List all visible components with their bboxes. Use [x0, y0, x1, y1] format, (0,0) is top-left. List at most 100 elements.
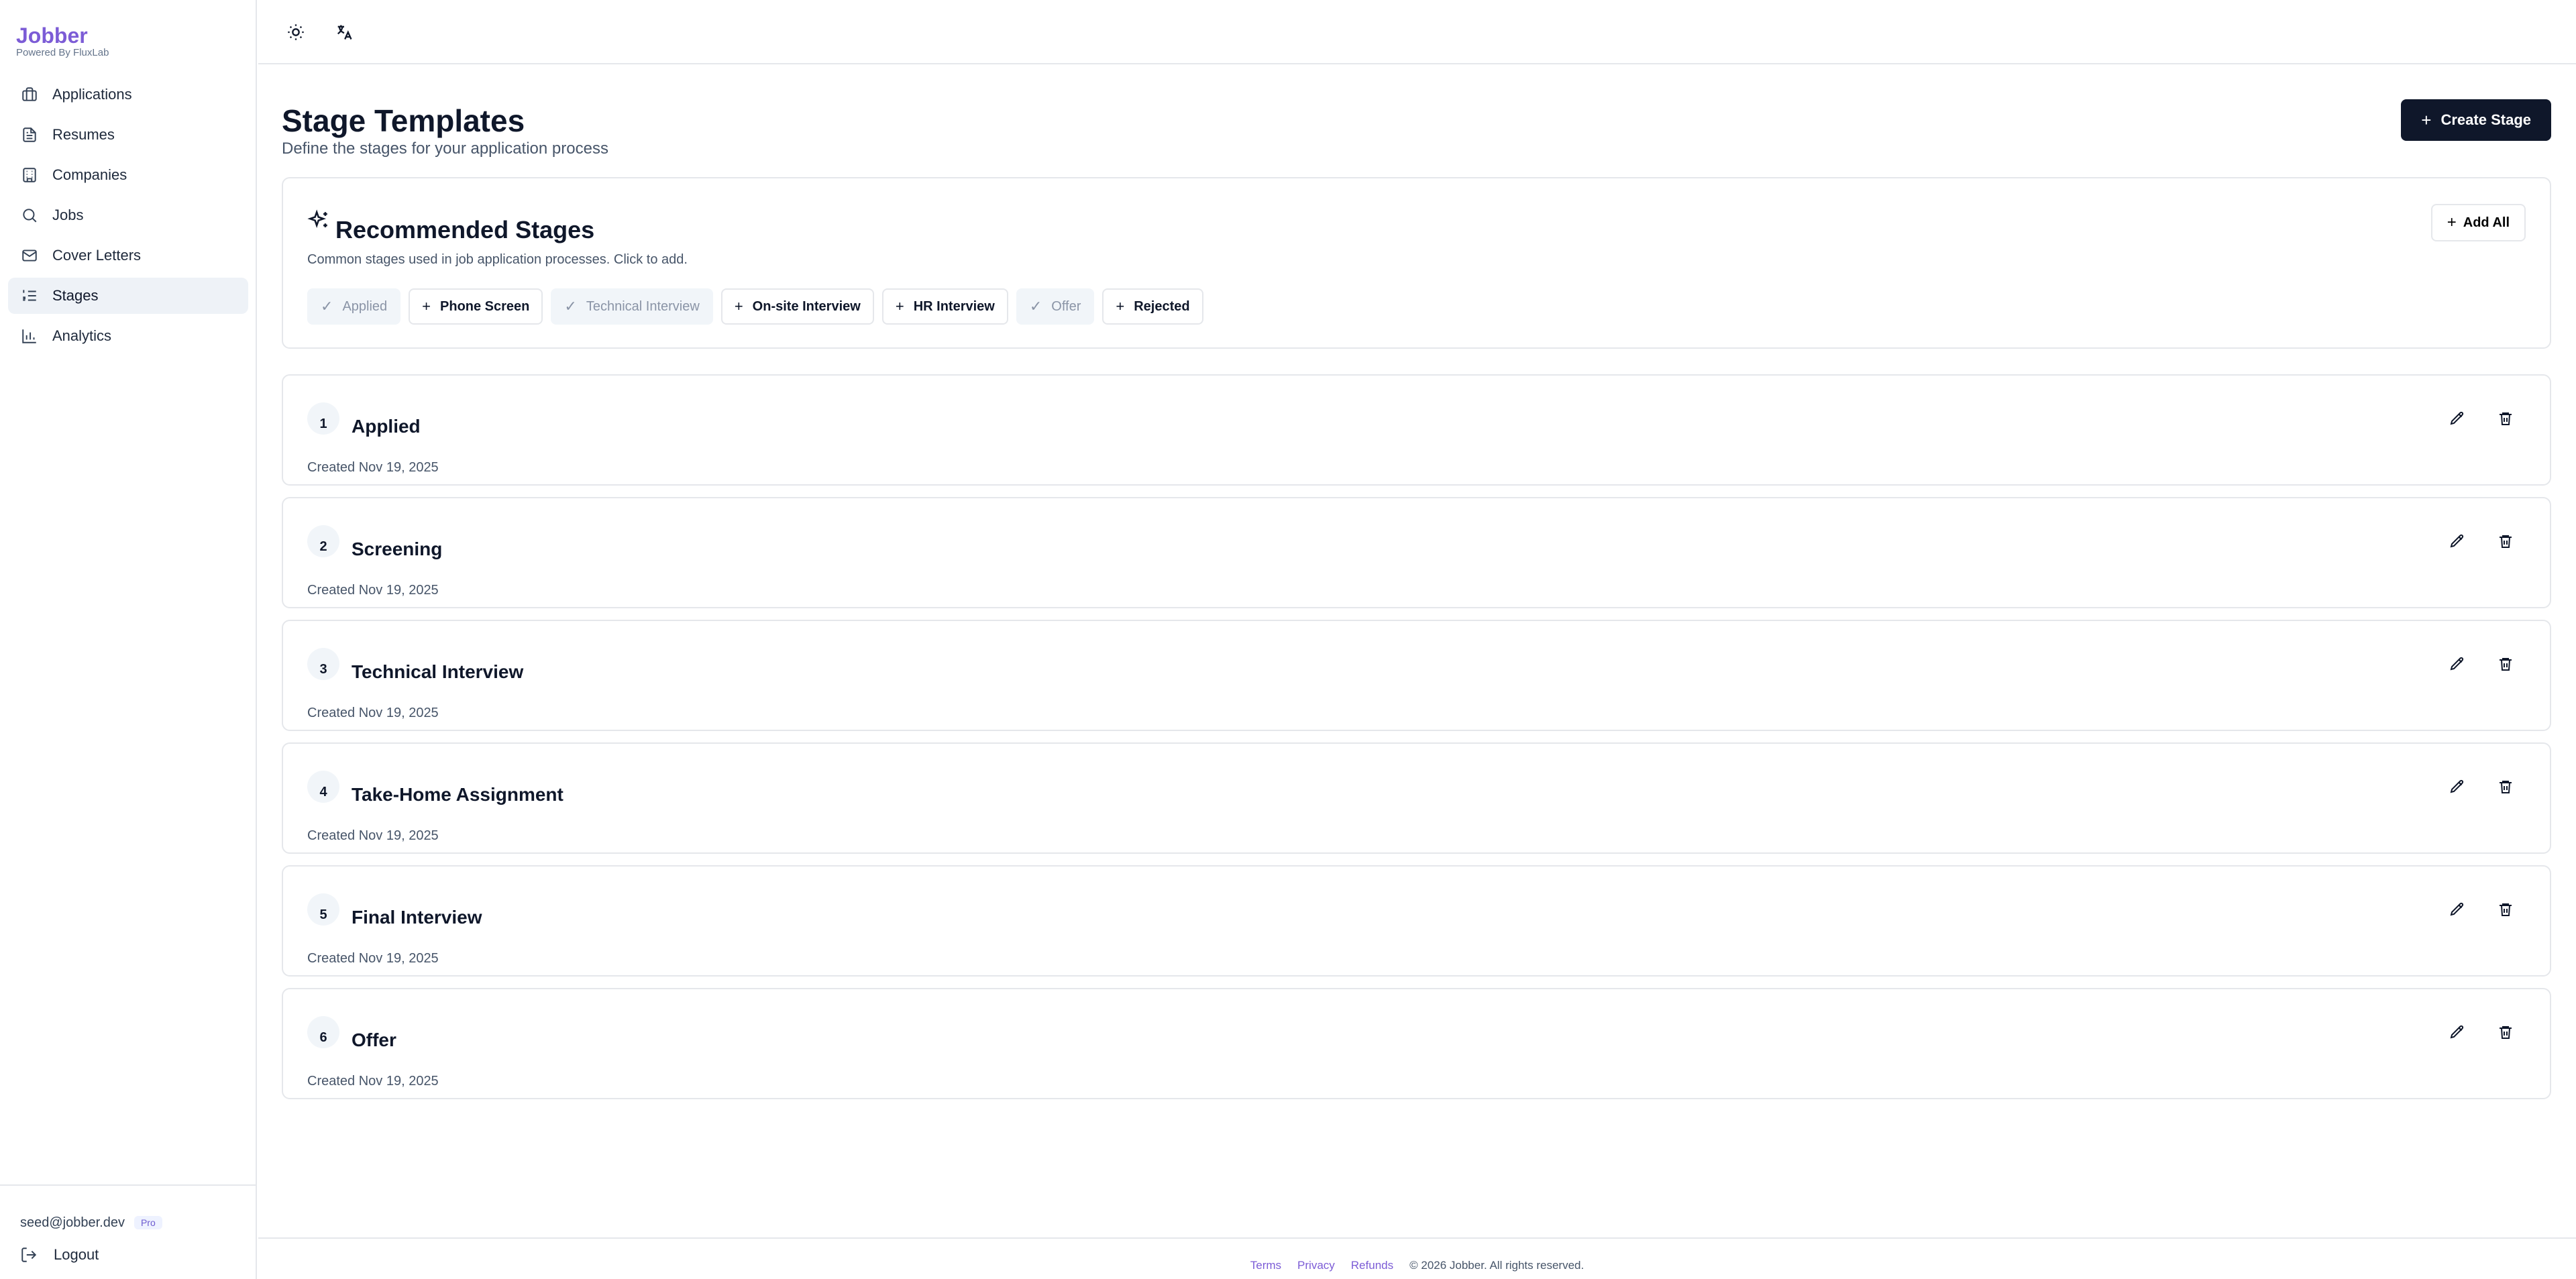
edit-stage-button[interactable] — [2445, 1020, 2469, 1044]
sidebar-item-label: Applications — [52, 86, 132, 103]
sidebar-item-label: Jobs — [52, 207, 84, 223]
language-button[interactable] — [331, 19, 358, 46]
logout-label: Logout — [54, 1246, 99, 1263]
chip-rejected[interactable]: + Rejected — [1102, 288, 1203, 325]
sidebar-item-jobs[interactable]: Jobs — [8, 197, 248, 233]
chip-label: Technical Interview — [586, 298, 700, 314]
stage-actions — [2445, 406, 2518, 431]
plus-icon: + — [422, 298, 431, 315]
delete-stage-button[interactable] — [2493, 529, 2518, 553]
delete-stage-button[interactable] — [2493, 406, 2518, 431]
stage-card: 4 Take-Home Assignment Created Nov 19, 2… — [282, 742, 2551, 854]
stage-name: Applied — [352, 416, 421, 437]
pencil-icon — [2450, 411, 2464, 425]
pencil-icon — [2450, 779, 2464, 793]
edit-stage-button[interactable] — [2445, 775, 2469, 799]
chip-hr-interview[interactable]: + HR Interview — [881, 288, 1008, 325]
check-icon: ✓ — [321, 298, 333, 315]
trash-icon — [2500, 903, 2512, 916]
trash-icon — [2500, 535, 2512, 548]
footer-links: Terms Privacy Refunds © 2026 Jobber. All… — [258, 1259, 2576, 1272]
chip-label: HR Interview — [913, 298, 995, 314]
sidebar-item-stages[interactable]: Stages — [8, 278, 248, 314]
search-icon — [20, 206, 39, 225]
sidebar-item-label: Analytics — [52, 327, 112, 344]
plus-icon: + — [1116, 298, 1125, 315]
recommended-stages-card: Recommended Stages Common stages used in… — [282, 177, 2551, 349]
stage-actions — [2445, 652, 2518, 676]
pencil-icon — [2450, 534, 2464, 548]
edit-stage-button[interactable] — [2445, 897, 2469, 922]
top-bar — [258, 0, 2576, 64]
stage-created-date: Created Nov 19, 2025 — [307, 828, 439, 843]
delete-stage-button[interactable] — [2493, 652, 2518, 676]
stage-actions — [2445, 775, 2518, 799]
stage-card: 6 Offer Created Nov 19, 2025 — [282, 988, 2551, 1099]
sidebar-item-resumes[interactable]: Resumes — [8, 117, 248, 153]
edit-stage-button[interactable] — [2445, 529, 2469, 553]
chip-label: Phone Screen — [440, 298, 530, 314]
brand[interactable]: Jobber Powered By FluxLab — [16, 24, 109, 59]
delete-stage-button[interactable] — [2493, 775, 2518, 799]
page-subtitle: Define the stages for your application p… — [282, 140, 608, 158]
add-all-button[interactable]: + Add All — [2430, 204, 2526, 241]
stage-actions — [2445, 529, 2518, 553]
translate-icon — [337, 25, 352, 40]
chip-offer[interactable]: ✓ Offer — [1016, 288, 1095, 325]
logout-button[interactable]: Logout — [20, 1246, 99, 1264]
check-icon: ✓ — [1029, 298, 1042, 315]
chip-label: Offer — [1051, 298, 1081, 314]
sidebar-item-label: Resumes — [52, 126, 115, 143]
user-info: seed@jobber.dev Pro — [20, 1213, 162, 1233]
trash-icon — [2500, 412, 2512, 425]
sidebar-item-analytics[interactable]: Analytics — [8, 318, 248, 354]
sidebar-item-cover-letters[interactable]: Cover Letters — [8, 237, 248, 274]
document-icon — [20, 125, 39, 144]
copyright-text: © 2026 Jobber. All rights reserved. — [1409, 1259, 1585, 1272]
chip-onsite-interview[interactable]: + On-site Interview — [720, 288, 874, 325]
stage-name: Technical Interview — [352, 661, 524, 682]
pencil-icon — [2450, 1025, 2464, 1039]
sidebar-item-label: Stages — [52, 287, 99, 304]
chip-label: On-site Interview — [752, 298, 861, 314]
edit-stage-button[interactable] — [2445, 406, 2469, 431]
stage-card: 1 Applied Created Nov 19, 2025 — [282, 374, 2551, 486]
stage-actions — [2445, 897, 2518, 922]
stage-number-badge: 1 — [307, 402, 339, 435]
brand-name: Jobber — [16, 23, 88, 48]
chip-phone-screen[interactable]: + Phone Screen — [409, 288, 543, 325]
plus-icon: + — [2421, 109, 2432, 130]
plus-icon: + — [2447, 213, 2457, 231]
stage-card: 2 Screening Created Nov 19, 2025 — [282, 497, 2551, 608]
plus-icon: + — [895, 298, 904, 315]
sidebar-item-applications[interactable]: Applications — [8, 76, 248, 113]
sidebar-item-label: Companies — [52, 166, 127, 183]
add-all-label: Add All — [2463, 215, 2510, 230]
chip-technical-interview[interactable]: ✓ Technical Interview — [551, 288, 713, 325]
footer-link-terms[interactable]: Terms — [1250, 1259, 1281, 1272]
page-title: Stage Templates — [282, 103, 525, 138]
edit-stage-button[interactable] — [2445, 652, 2469, 676]
recommended-title: Recommended Stages — [335, 216, 595, 243]
mail-icon — [20, 246, 39, 265]
stage-created-date: Created Nov 19, 2025 — [307, 583, 439, 598]
pencil-icon — [2450, 902, 2464, 916]
sidebar-nav: Applications Resumes Companies Jobs Cove… — [8, 76, 248, 358]
delete-stage-button[interactable] — [2493, 897, 2518, 922]
sidebar-item-label: Cover Letters — [52, 247, 142, 264]
stage-created-date: Created Nov 19, 2025 — [307, 1074, 439, 1089]
delete-stage-button[interactable] — [2493, 1020, 2518, 1044]
stage-number-badge: 2 — [307, 525, 339, 557]
sidebar: Jobber Powered By FluxLab Applications R… — [0, 0, 257, 1279]
recommended-chip-list: ✓ Applied + Phone Screen ✓ Technical Int… — [307, 288, 1203, 325]
list-ordered-icon — [20, 286, 39, 305]
stage-created-date: Created Nov 19, 2025 — [307, 460, 439, 475]
footer-link-refunds[interactable]: Refunds — [1351, 1259, 1393, 1272]
theme-toggle-button[interactable] — [282, 19, 309, 46]
chip-label: Rejected — [1134, 298, 1190, 314]
briefcase-icon — [20, 85, 39, 104]
create-stage-button[interactable]: + Create Stage — [2401, 99, 2551, 141]
chip-applied[interactable]: ✓ Applied — [307, 288, 401, 325]
footer-link-privacy[interactable]: Privacy — [1297, 1259, 1335, 1272]
sidebar-item-companies[interactable]: Companies — [8, 157, 248, 193]
